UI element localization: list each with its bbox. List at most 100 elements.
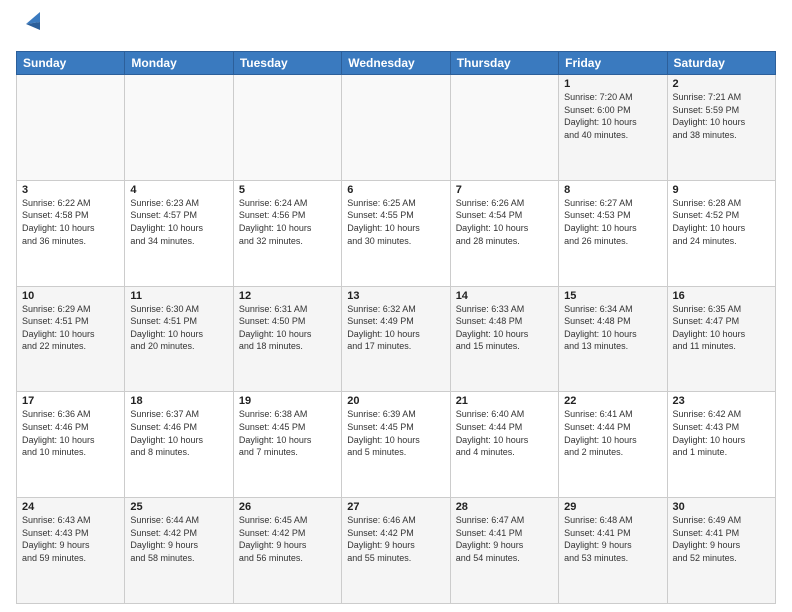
day-info: Sunrise: 6:49 AM Sunset: 4:41 PM Dayligh… — [673, 514, 770, 564]
day-info: Sunrise: 6:48 AM Sunset: 4:41 PM Dayligh… — [564, 514, 661, 564]
calendar-cell — [17, 75, 125, 181]
day-info: Sunrise: 6:42 AM Sunset: 4:43 PM Dayligh… — [673, 408, 770, 458]
weekday-header-row: SundayMondayTuesdayWednesdayThursdayFrid… — [17, 52, 776, 75]
day-number: 4 — [130, 184, 227, 196]
day-info: Sunrise: 6:39 AM Sunset: 4:45 PM Dayligh… — [347, 408, 444, 458]
calendar-cell: 20Sunrise: 6:39 AM Sunset: 4:45 PM Dayli… — [342, 392, 450, 498]
day-number: 9 — [673, 184, 770, 196]
calendar-body: 1Sunrise: 7:20 AM Sunset: 6:00 PM Daylig… — [17, 75, 776, 604]
day-number: 29 — [564, 501, 661, 513]
calendar-cell: 7Sunrise: 6:26 AM Sunset: 4:54 PM Daylig… — [450, 180, 558, 286]
calendar-cell: 11Sunrise: 6:30 AM Sunset: 4:51 PM Dayli… — [125, 286, 233, 392]
day-info: Sunrise: 6:27 AM Sunset: 4:53 PM Dayligh… — [564, 197, 661, 247]
weekday-wednesday: Wednesday — [342, 52, 450, 75]
day-number: 12 — [239, 290, 336, 302]
day-number: 24 — [22, 501, 119, 513]
day-info: Sunrise: 6:31 AM Sunset: 4:50 PM Dayligh… — [239, 303, 336, 353]
day-info: Sunrise: 6:34 AM Sunset: 4:48 PM Dayligh… — [564, 303, 661, 353]
day-info: Sunrise: 6:33 AM Sunset: 4:48 PM Dayligh… — [456, 303, 553, 353]
day-number: 27 — [347, 501, 444, 513]
day-info: Sunrise: 6:28 AM Sunset: 4:52 PM Dayligh… — [673, 197, 770, 247]
day-number: 18 — [130, 395, 227, 407]
calendar-table: SundayMondayTuesdayWednesdayThursdayFrid… — [16, 51, 776, 604]
day-info: Sunrise: 6:22 AM Sunset: 4:58 PM Dayligh… — [22, 197, 119, 247]
day-number: 22 — [564, 395, 661, 407]
day-number: 5 — [239, 184, 336, 196]
calendar-cell: 17Sunrise: 6:36 AM Sunset: 4:46 PM Dayli… — [17, 392, 125, 498]
day-info: Sunrise: 6:23 AM Sunset: 4:57 PM Dayligh… — [130, 197, 227, 247]
calendar-cell: 26Sunrise: 6:45 AM Sunset: 4:42 PM Dayli… — [233, 498, 341, 604]
logo — [16, 12, 40, 45]
day-info: Sunrise: 6:38 AM Sunset: 4:45 PM Dayligh… — [239, 408, 336, 458]
calendar-cell: 23Sunrise: 6:42 AM Sunset: 4:43 PM Dayli… — [667, 392, 775, 498]
day-info: Sunrise: 6:40 AM Sunset: 4:44 PM Dayligh… — [456, 408, 553, 458]
weekday-friday: Friday — [559, 52, 667, 75]
day-number: 1 — [564, 78, 661, 90]
calendar-week-4: 17Sunrise: 6:36 AM Sunset: 4:46 PM Dayli… — [17, 392, 776, 498]
calendar-week-1: 1Sunrise: 7:20 AM Sunset: 6:00 PM Daylig… — [17, 75, 776, 181]
day-info: Sunrise: 6:36 AM Sunset: 4:46 PM Dayligh… — [22, 408, 119, 458]
day-number: 11 — [130, 290, 227, 302]
day-number: 6 — [347, 184, 444, 196]
day-info: Sunrise: 7:21 AM Sunset: 5:59 PM Dayligh… — [673, 91, 770, 141]
day-number: 17 — [22, 395, 119, 407]
calendar-week-5: 24Sunrise: 6:43 AM Sunset: 4:43 PM Dayli… — [17, 498, 776, 604]
day-number: 19 — [239, 395, 336, 407]
calendar-cell: 13Sunrise: 6:32 AM Sunset: 4:49 PM Dayli… — [342, 286, 450, 392]
calendar-cell: 10Sunrise: 6:29 AM Sunset: 4:51 PM Dayli… — [17, 286, 125, 392]
calendar-cell: 30Sunrise: 6:49 AM Sunset: 4:41 PM Dayli… — [667, 498, 775, 604]
day-info: Sunrise: 6:44 AM Sunset: 4:42 PM Dayligh… — [130, 514, 227, 564]
day-info: Sunrise: 7:20 AM Sunset: 6:00 PM Dayligh… — [564, 91, 661, 141]
calendar-cell: 6Sunrise: 6:25 AM Sunset: 4:55 PM Daylig… — [342, 180, 450, 286]
day-info: Sunrise: 6:47 AM Sunset: 4:41 PM Dayligh… — [456, 514, 553, 564]
logo-bird-icon — [18, 12, 40, 40]
day-info: Sunrise: 6:29 AM Sunset: 4:51 PM Dayligh… — [22, 303, 119, 353]
calendar-cell — [233, 75, 341, 181]
day-number: 28 — [456, 501, 553, 513]
page: SundayMondayTuesdayWednesdayThursdayFrid… — [0, 0, 792, 612]
day-number: 3 — [22, 184, 119, 196]
day-info: Sunrise: 6:43 AM Sunset: 4:43 PM Dayligh… — [22, 514, 119, 564]
calendar-cell: 5Sunrise: 6:24 AM Sunset: 4:56 PM Daylig… — [233, 180, 341, 286]
calendar-cell: 8Sunrise: 6:27 AM Sunset: 4:53 PM Daylig… — [559, 180, 667, 286]
calendar-cell: 27Sunrise: 6:46 AM Sunset: 4:42 PM Dayli… — [342, 498, 450, 604]
calendar-cell: 2Sunrise: 7:21 AM Sunset: 5:59 PM Daylig… — [667, 75, 775, 181]
weekday-thursday: Thursday — [450, 52, 558, 75]
calendar-cell: 29Sunrise: 6:48 AM Sunset: 4:41 PM Dayli… — [559, 498, 667, 604]
calendar-cell: 24Sunrise: 6:43 AM Sunset: 4:43 PM Dayli… — [17, 498, 125, 604]
day-number: 14 — [456, 290, 553, 302]
day-info: Sunrise: 6:24 AM Sunset: 4:56 PM Dayligh… — [239, 197, 336, 247]
day-info: Sunrise: 6:45 AM Sunset: 4:42 PM Dayligh… — [239, 514, 336, 564]
day-info: Sunrise: 6:46 AM Sunset: 4:42 PM Dayligh… — [347, 514, 444, 564]
calendar-cell: 1Sunrise: 7:20 AM Sunset: 6:00 PM Daylig… — [559, 75, 667, 181]
day-number: 10 — [22, 290, 119, 302]
day-info: Sunrise: 6:35 AM Sunset: 4:47 PM Dayligh… — [673, 303, 770, 353]
day-number: 21 — [456, 395, 553, 407]
day-info: Sunrise: 6:30 AM Sunset: 4:51 PM Dayligh… — [130, 303, 227, 353]
calendar-cell — [342, 75, 450, 181]
day-number: 15 — [564, 290, 661, 302]
weekday-tuesday: Tuesday — [233, 52, 341, 75]
day-info: Sunrise: 6:41 AM Sunset: 4:44 PM Dayligh… — [564, 408, 661, 458]
day-number: 2 — [673, 78, 770, 90]
calendar-cell: 21Sunrise: 6:40 AM Sunset: 4:44 PM Dayli… — [450, 392, 558, 498]
calendar-cell: 25Sunrise: 6:44 AM Sunset: 4:42 PM Dayli… — [125, 498, 233, 604]
day-number: 7 — [456, 184, 553, 196]
calendar-cell: 14Sunrise: 6:33 AM Sunset: 4:48 PM Dayli… — [450, 286, 558, 392]
calendar-cell: 12Sunrise: 6:31 AM Sunset: 4:50 PM Dayli… — [233, 286, 341, 392]
calendar-cell: 18Sunrise: 6:37 AM Sunset: 4:46 PM Dayli… — [125, 392, 233, 498]
day-info: Sunrise: 6:25 AM Sunset: 4:55 PM Dayligh… — [347, 197, 444, 247]
calendar-cell: 4Sunrise: 6:23 AM Sunset: 4:57 PM Daylig… — [125, 180, 233, 286]
calendar-cell: 3Sunrise: 6:22 AM Sunset: 4:58 PM Daylig… — [17, 180, 125, 286]
day-number: 26 — [239, 501, 336, 513]
day-number: 16 — [673, 290, 770, 302]
day-info: Sunrise: 6:26 AM Sunset: 4:54 PM Dayligh… — [456, 197, 553, 247]
calendar-cell: 15Sunrise: 6:34 AM Sunset: 4:48 PM Dayli… — [559, 286, 667, 392]
calendar-week-3: 10Sunrise: 6:29 AM Sunset: 4:51 PM Dayli… — [17, 286, 776, 392]
day-number: 23 — [673, 395, 770, 407]
weekday-monday: Monday — [125, 52, 233, 75]
calendar-cell — [125, 75, 233, 181]
weekday-sunday: Sunday — [17, 52, 125, 75]
calendar-cell — [450, 75, 558, 181]
day-number: 8 — [564, 184, 661, 196]
